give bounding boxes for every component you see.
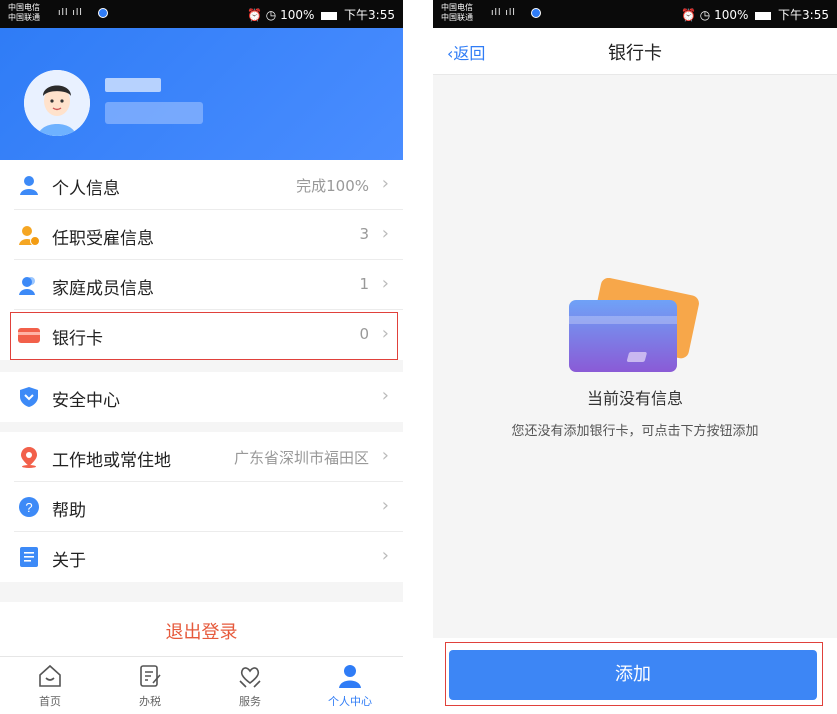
family-icon — [19, 277, 35, 295]
app-notification-icon — [98, 8, 108, 18]
menu-family-info[interactable]: 家庭成员信息 1 › — [0, 260, 403, 310]
menu-about[interactable]: 关于 › — [0, 532, 403, 582]
username-blurred — [105, 78, 161, 92]
chevron-right-icon: › — [381, 385, 389, 406]
avatar[interactable] — [24, 70, 90, 136]
about-icon — [20, 547, 38, 567]
menu-value: 1 — [359, 275, 369, 293]
tab-label: 个人中心 — [328, 695, 372, 708]
chevron-right-icon: › — [381, 495, 389, 516]
profile-icon — [339, 665, 361, 688]
tab-tax[interactable]: 办税 — [115, 663, 185, 709]
menu-label: 帮助 — [52, 501, 86, 521]
chevron-right-icon: › — [381, 273, 389, 294]
chevron-right-icon: › — [381, 223, 389, 244]
menu-value: 完成100% — [296, 177, 369, 195]
empty-state-title: 当前没有信息 — [586, 389, 683, 408]
alarm-icon: ⏰ ◷ — [681, 8, 711, 22]
signal-icon: ıll ıll — [58, 8, 83, 18]
menu-label: 银行卡 — [52, 329, 103, 349]
battery-icon — [321, 11, 338, 20]
tab-home[interactable]: 首页 — [15, 663, 85, 709]
right-phone-screen: 中国电信 中国联通 ıll ıll ⏰ ◷ 100% 下午3:55 ‹返回 银行… — [433, 0, 837, 714]
employment-icon — [19, 226, 40, 246]
nav-bar: ‹返回 银行卡 — [433, 28, 837, 75]
app-notification-icon — [531, 8, 541, 18]
person-icon — [20, 176, 38, 195]
tax-icon — [140, 665, 161, 687]
signal-icon: ıll ıll — [491, 8, 516, 18]
chevron-right-icon: › — [381, 545, 389, 566]
bank-cards-illustration-icon — [569, 278, 699, 372]
menu-label: 任职受雇信息 — [52, 229, 154, 249]
chevron-right-icon: › — [381, 323, 389, 344]
shield-icon — [20, 387, 38, 407]
tab-label: 首页 — [39, 695, 61, 708]
status-bar: 中国电信 中国联通 ıll ıll ⏰ ◷ 100% 下午3:55 — [0, 0, 403, 28]
menu-work-location[interactable]: 工作地或常住地 广东省深圳市福田区 › — [0, 432, 403, 482]
location-icon — [21, 447, 37, 468]
bottom-tab-bar: 首页 办税 服务 个人中心 — [0, 656, 403, 714]
page-title: 银行卡 — [608, 43, 662, 64]
menu-employment-info[interactable]: 任职受雇信息 3 › — [0, 210, 403, 260]
menu-label: 安全中心 — [52, 391, 120, 411]
tab-label: 服务 — [239, 695, 261, 708]
alarm-icon: ⏰ ◷ — [247, 8, 277, 22]
menu-value: 3 — [359, 225, 369, 243]
menu-security-center[interactable]: 安全中心 › — [0, 372, 403, 422]
menu-help[interactable]: ? 帮助 › — [0, 482, 403, 532]
menu-personal-info[interactable]: 个人信息 完成100% › — [0, 160, 403, 210]
battery-percent: 100% — [714, 8, 749, 22]
battery-percent: 100% — [280, 8, 315, 22]
tab-label: 办税 — [139, 695, 161, 708]
carrier-label-2: 中国联通 — [441, 13, 473, 22]
clock: 下午3:55 — [344, 8, 395, 22]
profile-header — [0, 28, 403, 160]
carrier-label-2: 中国联通 — [8, 13, 40, 22]
chevron-right-icon: › — [381, 173, 389, 194]
svg-text:?: ? — [25, 500, 32, 515]
status-bar: 中国电信 中国联通 ıll ıll ⏰ ◷ 100% 下午3:55 — [433, 0, 837, 28]
logout-button[interactable]: 退出登录 — [0, 602, 403, 656]
tab-profile[interactable]: 个人中心 — [315, 663, 385, 709]
menu-bank-card[interactable]: 银行卡 0 › — [0, 310, 403, 360]
left-phone-screen: 中国电信 中国联通 ıll ıll ⏰ ◷ 100% 下午3:55 个人信息 完… — [0, 0, 403, 714]
chevron-right-icon: › — [381, 445, 389, 466]
menu-value: 广东省深圳市福田区 — [233, 449, 369, 467]
logout-label: 退出登录 — [165, 622, 238, 643]
menu-label: 家庭成员信息 — [52, 279, 154, 299]
service-icon — [239, 667, 261, 688]
clock: 下午3:55 — [778, 8, 829, 22]
carrier-label: 中国电信 — [441, 3, 473, 12]
add-bank-card-button[interactable]: 添加 — [449, 650, 817, 700]
carrier-label: 中国电信 — [8, 3, 40, 12]
menu-label: 个人信息 — [52, 179, 120, 199]
menu-label: 工作地或常住地 — [52, 451, 171, 471]
tab-service[interactable]: 服务 — [215, 663, 285, 709]
menu-value: 0 — [359, 325, 369, 343]
bank-card-icon — [18, 328, 40, 343]
empty-state-description: 您还没有添加银行卡，可点击下方按钮添加 — [511, 424, 759, 439]
home-icon — [39, 664, 61, 687]
userid-blurred — [105, 102, 203, 124]
help-icon: ? — [19, 497, 39, 517]
battery-icon — [755, 11, 772, 20]
menu-label: 关于 — [52, 551, 86, 571]
